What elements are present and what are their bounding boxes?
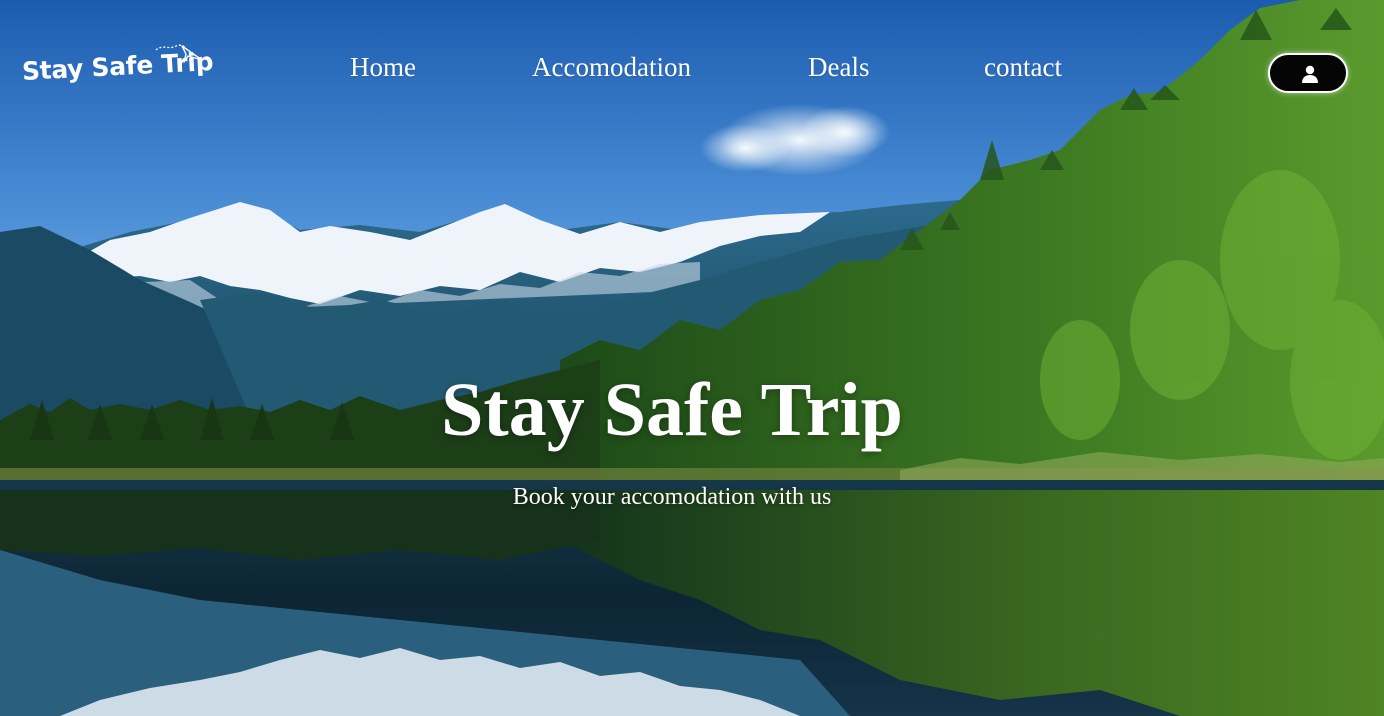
hero-title: Stay Safe Trip: [441, 368, 903, 452]
hero-subtitle: Book your accomodation with us: [512, 484, 832, 510]
nav-link-contact[interactable]: contact: [984, 52, 1062, 83]
main-nav: Home Accomodation Deals contact: [0, 52, 1384, 88]
nav-link-accomodation[interactable]: Accomodation: [532, 52, 691, 83]
nav-link-deals[interactable]: Deals: [808, 52, 869, 83]
user-icon: [1302, 65, 1318, 83]
hero-section: Stay Safe Trip Home Accomodation Deals c…: [0, 0, 1384, 716]
nav-link-home[interactable]: Home: [350, 52, 416, 83]
hero-background-image: [0, 0, 1384, 716]
user-account-button[interactable]: [1268, 53, 1348, 93]
